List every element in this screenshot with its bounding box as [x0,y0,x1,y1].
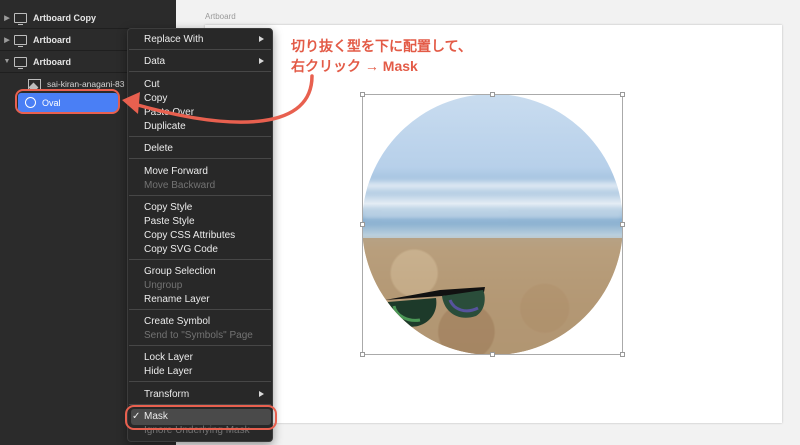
disclosure-right-icon[interactable]: ▶ [0,14,14,22]
menu-item-paste-over[interactable]: Paste Over [144,106,194,119]
instruction-note: 切り抜く型を下に配置して、 右クリック → Mask [291,36,472,76]
menu-item-rename-layer[interactable]: Rename Layer [144,293,210,306]
artboard-icon [14,56,27,69]
layer-artboard-copy[interactable]: ▶ Artboard Copy [0,7,176,29]
menu-item-delete[interactable]: Delete [144,142,173,155]
menu-item-copy-css[interactable]: Copy CSS Attributes [144,229,235,242]
resize-handle[interactable] [620,222,625,227]
submenu-arrow-icon [259,36,264,42]
menu-separator [129,381,271,382]
menu-separator [129,195,271,196]
menu-item-send-to-symbols: Send to "Symbols" Page [144,330,253,341]
menu-item-group-selection[interactable]: Group Selection [144,265,216,278]
instruction-line-1: 切り抜く型を下に配置して、 [291,38,472,54]
resize-handle[interactable] [360,352,365,357]
disclosure-right-icon[interactable]: ▶ [0,36,14,44]
menu-separator [129,158,271,159]
instruction-line-2: 右クリック → Mask [291,58,418,74]
submenu-arrow-icon [259,58,264,64]
menu-item-hide-layer[interactable]: Hide Layer [144,365,192,378]
mask-highlight-annotation [125,405,277,430]
artboard-icon [14,34,27,47]
menu-separator [129,136,271,137]
menu-item-move-forward[interactable]: Move Forward [144,165,208,178]
submenu-arrow-icon [259,391,264,397]
disclosure-down-icon[interactable]: ▼ [0,58,14,65]
menu-separator [129,49,271,50]
menu-item-copy[interactable]: Copy [144,92,167,105]
menu-item-move-backward: Move Backward [144,180,216,191]
menu-item-data[interactable]: Data [144,55,165,68]
oval-highlight-annotation [15,89,120,114]
menu-item-create-symbol[interactable]: Create Symbol [144,315,210,328]
menu-item-copy-svg[interactable]: Copy SVG Code [144,243,218,256]
image-icon [28,78,41,90]
resize-handle[interactable] [620,352,625,357]
layer-name: Artboard [33,34,71,45]
layer-name: sai-kiran-anagani-83 [47,79,125,89]
menu-item-paste-style[interactable]: Paste Style [144,215,195,228]
resize-handle[interactable] [490,352,495,357]
menu-item-lock-layer[interactable]: Lock Layer [144,351,193,364]
menu-separator [129,309,271,310]
menu-item-duplicate[interactable]: Duplicate [144,120,186,133]
menu-separator [129,71,271,72]
artboard-title: Artboard [205,12,236,21]
layer-name: Artboard Copy [33,12,96,23]
menu-item-ungroup: Ungroup [144,280,183,291]
menu-separator [129,345,271,346]
selection-box [362,94,623,355]
resize-handle[interactable] [360,222,365,227]
artboard-icon [14,12,27,25]
menu-item-copy-style[interactable]: Copy Style [144,201,192,214]
layer-name: Artboard [33,56,71,67]
menu-item-transform[interactable]: Transform [144,388,189,401]
menu-item-cut[interactable]: Cut [144,78,160,91]
resize-handle[interactable] [490,92,495,97]
resize-handle[interactable] [360,92,365,97]
menu-separator [129,259,271,260]
context-menu: Replace With Data Cut Copy Paste Over Du… [127,28,273,442]
menu-item-replace-with[interactable]: Replace With [144,33,203,46]
resize-handle[interactable] [620,92,625,97]
